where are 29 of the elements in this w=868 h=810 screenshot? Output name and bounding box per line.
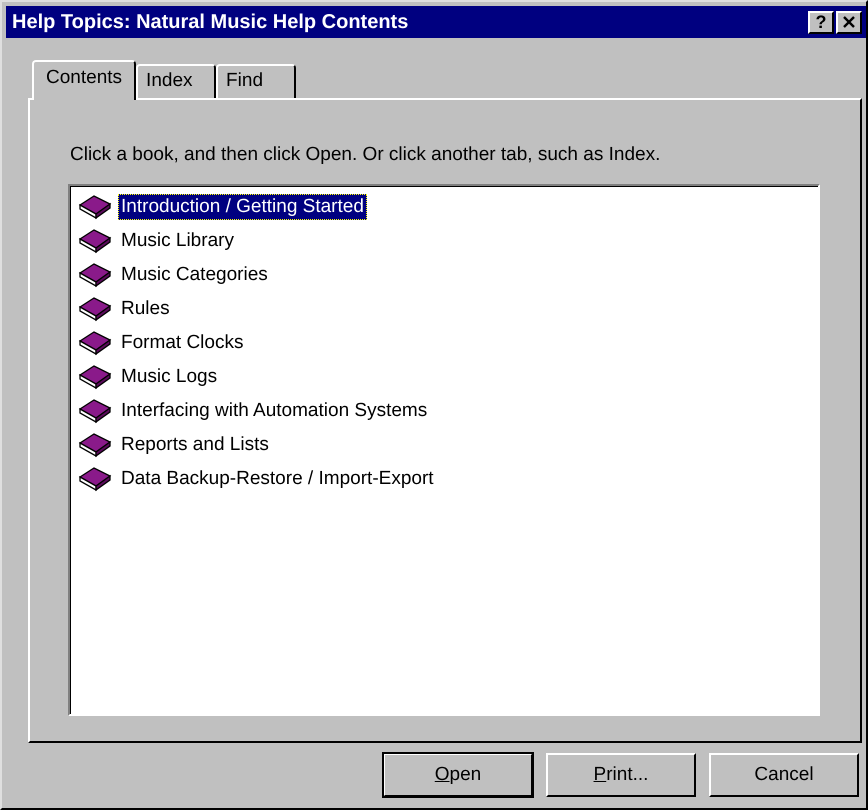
- instruction-text: Click a book, and then click Open. Or click another tab, such as Index.: [70, 144, 662, 166]
- book-icon: [78, 329, 112, 357]
- tab[interactable]: Find: [216, 64, 296, 98]
- window-title: Help Topics: Natural Music Help Contents: [12, 10, 408, 34]
- book-icon: [78, 465, 112, 493]
- book-item[interactable]: Format Clocks: [118, 330, 246, 356]
- tab[interactable]: Contents: [32, 60, 136, 100]
- book-item[interactable]: Music Library: [118, 228, 237, 254]
- book-icon: [78, 193, 112, 221]
- close-icon: [842, 16, 856, 28]
- tab[interactable]: Index: [136, 64, 216, 98]
- book-icon: [78, 363, 112, 391]
- book-icon: [78, 261, 112, 289]
- book-icon: [78, 227, 112, 255]
- book-icon: [78, 431, 112, 459]
- book-icon: [78, 397, 112, 425]
- book-item[interactable]: Rules: [118, 296, 173, 322]
- book-item[interactable]: Data Backup-Restore / Import-Export: [118, 466, 437, 492]
- dialog-button[interactable]: Cancel: [709, 753, 859, 797]
- book-item[interactable]: Introduction / Getting Started: [118, 194, 367, 220]
- help-button[interactable]: ?: [808, 10, 834, 34]
- dialog-button[interactable]: Print...: [546, 753, 696, 797]
- book-item[interactable]: Reports and Lists: [118, 432, 272, 458]
- book-item[interactable]: Music Categories: [118, 262, 271, 288]
- dialog-button[interactable]: Open: [383, 753, 533, 797]
- book-item[interactable]: Interfacing with Automation Systems: [118, 398, 430, 424]
- book-item[interactable]: Music Logs: [118, 364, 220, 390]
- close-button[interactable]: [836, 10, 862, 34]
- book-icon: [78, 295, 112, 323]
